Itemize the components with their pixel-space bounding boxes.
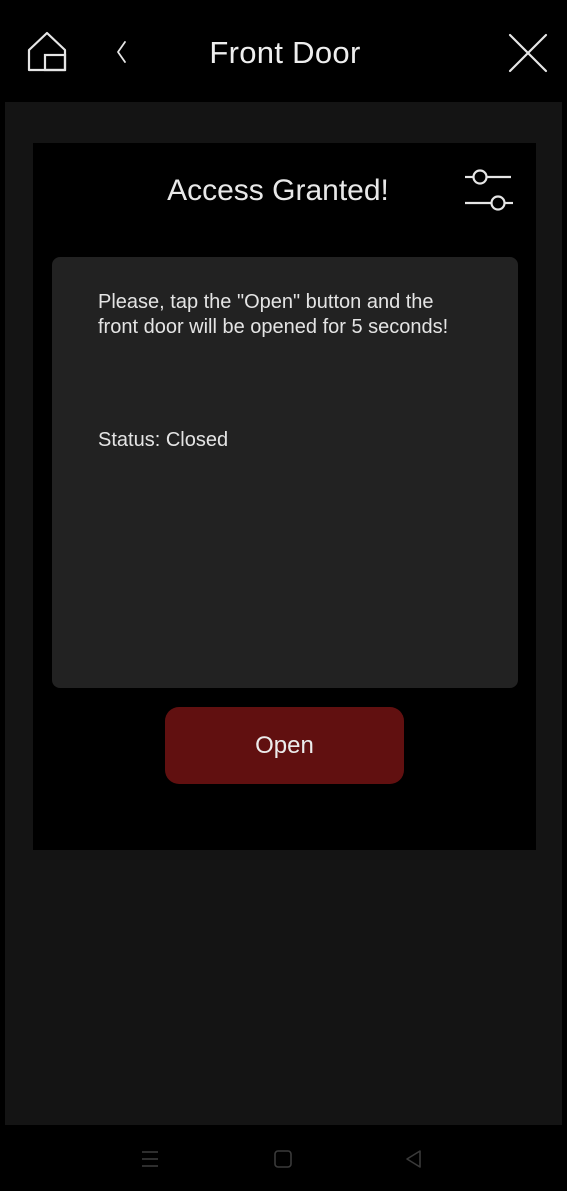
system-nav-bar bbox=[5, 1125, 562, 1191]
nav-back-button[interactable] bbox=[403, 1147, 425, 1171]
back-triangle-icon bbox=[406, 1150, 421, 1168]
door-status-text: Status: Closed bbox=[98, 429, 229, 451]
home-button[interactable] bbox=[23, 28, 71, 76]
home-icon bbox=[27, 31, 67, 72]
screen: Front Door Access Granted! Please, tap t… bbox=[0, 0, 567, 1191]
settings-button[interactable] bbox=[461, 165, 517, 221]
card-title: Access Granted! bbox=[167, 174, 389, 207]
menu-icon bbox=[142, 1151, 158, 1167]
home-square-icon bbox=[274, 1150, 292, 1168]
open-button[interactable]: Open bbox=[165, 707, 404, 784]
nav-menu-button[interactable] bbox=[139, 1147, 161, 1171]
top-bar: Front Door bbox=[5, 0, 562, 102]
close-icon bbox=[508, 33, 548, 73]
back-button[interactable] bbox=[109, 30, 135, 74]
instruction-text: Please, tap the "Open" button and the fr… bbox=[98, 291, 449, 338]
nav-home-button[interactable] bbox=[273, 1148, 293, 1170]
close-button[interactable] bbox=[505, 30, 551, 76]
sliders-icon bbox=[465, 169, 513, 211]
chevron-left-icon bbox=[117, 41, 126, 63]
access-card: Access Granted! Please, tap the "Open" b… bbox=[33, 143, 536, 850]
page-title: Front Door bbox=[209, 35, 361, 70]
info-panel: Please, tap the "Open" button and the fr… bbox=[52, 257, 518, 688]
